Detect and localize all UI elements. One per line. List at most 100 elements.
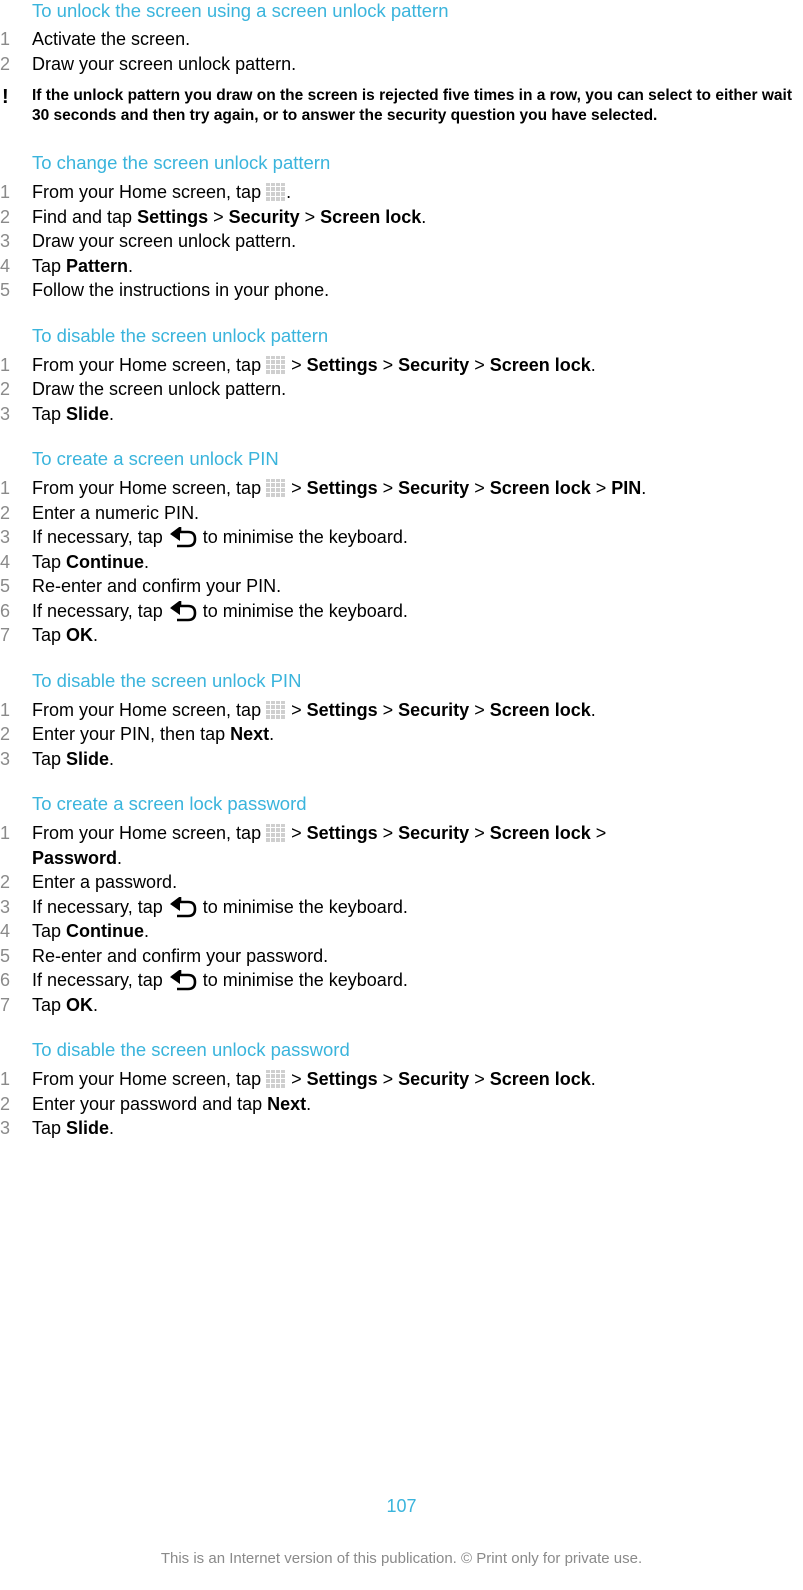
apps-grid-icon [266, 355, 287, 374]
step-number: 2 [0, 872, 11, 892]
step-number: 5 [0, 945, 11, 966]
step: 1 From your Home screen, tap > Settings >… [0, 821, 803, 870]
step-text: . [109, 1118, 115, 1138]
step-text: Enter a numeric PIN. [32, 502, 200, 523]
section-disable-pin: To disable the screen unlock PIN 1 From y… [0, 670, 803, 772]
step-text: Draw your screen unlock pattern. [32, 231, 297, 251]
step: 4 Tap Pattern. [0, 254, 803, 279]
step-text: Follow the instructions in your phone. [32, 280, 330, 300]
separator: > [286, 354, 307, 375]
ui-term: Security [398, 823, 470, 843]
step: 7 Tap OK. [0, 623, 803, 648]
section-heading: To create a screen unlock PIN [32, 448, 279, 469]
step-number: 1 [0, 478, 11, 498]
separator: > [377, 478, 399, 498]
separator: > [377, 354, 399, 375]
step-number: 1 [0, 29, 11, 49]
step-text: If necessary, tap [32, 970, 168, 990]
section-unlock-pattern: To unlock the screen using a screen unlo… [0, 0, 803, 126]
step-number: 6 [0, 600, 11, 621]
ui-term: Next [267, 1093, 307, 1114]
separator: > [469, 354, 490, 375]
step: 3 Draw your screen unlock pattern. [0, 229, 803, 254]
step: 6 If necessary, tap to minimise the keybo… [0, 968, 803, 993]
step-text: Activate the screen. [32, 29, 191, 49]
section-heading: To disable the screen unlock PIN [32, 669, 302, 691]
separator: > [469, 1069, 490, 1089]
step-text: From your Home screen, tap [32, 1069, 267, 1089]
step-text: From your Home screen, tap [32, 182, 267, 202]
section-heading: To disable the screen unlock password [32, 1039, 350, 1060]
step-text: Tap [32, 994, 67, 1015]
step-number: 4 [0, 255, 11, 276]
separator: > [286, 823, 307, 843]
footer-notice: This is an Internet version of this publ… [160, 1550, 643, 1567]
step: 1 From your Home screen, tap > Settings >… [0, 476, 803, 501]
step-number: 1 [0, 823, 11, 843]
step-text: . [144, 551, 150, 572]
section-heading: To unlock the screen using a screen unlo… [32, 0, 449, 21]
step-text: Enter your password and tap [32, 1093, 268, 1114]
separator: > [377, 699, 399, 720]
ui-term: Settings [137, 206, 209, 227]
step: 2 Enter your PIN, then tap Next. [0, 722, 803, 747]
step: 2 Draw your screen unlock pattern. [0, 52, 803, 77]
step: 4 Tap Continue. [0, 919, 803, 944]
step-number: 2 [0, 502, 11, 523]
step-text: . [590, 1069, 596, 1089]
step-number: 1 [0, 699, 11, 720]
step-text: Tap [32, 748, 67, 769]
step: 1 Activate the screen. [0, 27, 803, 52]
document-page: To unlock the screen using a screen unlo… [0, 0, 803, 1141]
step-number: 3 [0, 527, 11, 547]
step-text: Draw your screen unlock pattern. [32, 53, 297, 74]
step-text: . [109, 748, 115, 769]
step: 3 Tap Slide. [0, 1116, 803, 1141]
step: 5 Re-enter and confirm your PIN. [0, 574, 803, 599]
step: 2 Enter a numeric PIN. [0, 501, 803, 526]
ui-term: Settings [306, 1069, 378, 1089]
back-arrow-icon [169, 896, 197, 917]
separator: > [469, 478, 490, 498]
exclamation-icon: ! [2, 86, 9, 108]
ui-term: Slide [66, 748, 110, 769]
ui-term: Security [398, 1069, 470, 1089]
step-text: From your Home screen, tap [32, 699, 267, 720]
step-number: 3 [0, 403, 11, 424]
step: 1 From your Home screen, tap > Settings >… [0, 353, 803, 378]
step-number: 3 [0, 748, 11, 769]
ui-term: Security [398, 699, 470, 720]
step-number: 2 [0, 1093, 11, 1114]
apps-grid-icon [266, 479, 287, 497]
step: 6 If necessary, tap to minimise the keybo… [0, 599, 803, 624]
back-arrow-icon [169, 600, 197, 621]
step-text: . [269, 724, 275, 744]
step: 5 Re-enter and confirm your password. [0, 944, 803, 969]
step-text: . [306, 1093, 312, 1114]
step-number: 6 [0, 970, 11, 990]
step: 2 Enter a password. [0, 870, 803, 895]
step-text: Tap [32, 255, 67, 276]
step-number: 3 [0, 1118, 11, 1138]
ui-term: Continue [66, 921, 145, 941]
back-arrow-icon [169, 527, 197, 548]
step: 2 Draw the screen unlock pattern. [0, 377, 803, 402]
step-text: to minimise the keyboard. [197, 896, 408, 917]
separator: > [469, 699, 490, 720]
section-create-pin: To create a screen unlock PIN 1 From your… [0, 448, 803, 648]
ui-term: OK [66, 994, 94, 1015]
section-change-pattern: To change the screen unlock pattern 1 Fro… [0, 152, 803, 303]
step: 2 Enter your password and tap Next. [0, 1092, 803, 1117]
step-text: Draw the screen unlock pattern. [32, 379, 287, 399]
step: 7 Tap OK. [0, 993, 803, 1018]
step-text: Re-enter and confirm your password. [32, 945, 329, 966]
step-text: . [590, 699, 596, 720]
step-text: to minimise the keyboard. [197, 600, 408, 621]
warning-note: ! If the unlock pattern you draw on the … [0, 86, 803, 126]
step-text: . [421, 206, 427, 227]
ui-term: Screen lock [489, 478, 591, 498]
step: 1 From your Home screen, tap . [0, 180, 803, 205]
separator: > [286, 1069, 307, 1089]
step-number: 1 [0, 182, 11, 202]
step-number: 2 [0, 724, 11, 744]
